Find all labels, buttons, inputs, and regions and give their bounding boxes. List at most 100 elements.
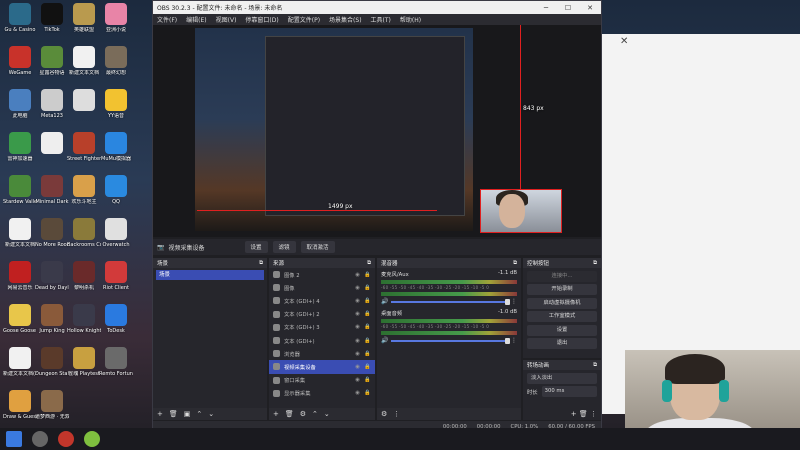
lock-icon[interactable]: 🔒 — [364, 390, 371, 396]
dock-float-icon[interactable]: ⧉ — [513, 260, 517, 267]
filters-button[interactable]: 滤镜 — [272, 241, 296, 253]
eye-icon[interactable]: ◉ — [354, 364, 361, 370]
source-item[interactable]: 窗口采集 ◉ 🔒 — [269, 374, 375, 387]
up-icon[interactable]: ⌃ — [196, 410, 202, 418]
down-icon[interactable]: ⌄ — [324, 410, 330, 418]
app-taskbar-icon[interactable] — [58, 431, 74, 447]
start-recording-button[interactable]: 开始录制 — [527, 284, 597, 295]
desktop-icon[interactable]: Street Fighter 6 — [67, 132, 101, 162]
dock-float-icon[interactable]: ⧉ — [593, 260, 597, 267]
desktop-icon[interactable]: Draw & Guess — [3, 390, 37, 420]
desktop-icon[interactable]: Backrooms Company — [67, 218, 101, 248]
eye-icon[interactable]: ◉ — [354, 377, 361, 383]
scene-item[interactable]: 场景 — [156, 270, 264, 280]
desktop-icon[interactable]: 星露谷物语 — [35, 46, 69, 76]
desktop-icon[interactable]: Overwatch — [99, 218, 133, 248]
desktop-icon[interactable]: Goose Goose Duck — [3, 304, 37, 334]
lock-icon[interactable]: 🔒 — [364, 364, 371, 370]
maximize-icon[interactable]: ☐ — [557, 4, 579, 12]
minimize-icon[interactable]: ─ — [535, 4, 557, 12]
lock-icon[interactable]: 🔒 — [364, 285, 371, 291]
volume-knob[interactable] — [505, 298, 510, 305]
preview-area[interactable]: 843 px 1499 px — [153, 25, 601, 237]
menu-item[interactable]: 停靠窗口(D) — [245, 15, 278, 24]
exit-button[interactable]: 退出 — [527, 338, 597, 349]
desktop-icon[interactable]: 黎明杀机 — [67, 261, 101, 291]
desktop-icon[interactable]: Dungeon Stalkers — [35, 347, 69, 377]
eye-icon[interactable]: ◉ — [354, 298, 361, 304]
trash-icon[interactable]: 🗑 — [579, 410, 588, 418]
desktop-icon[interactable]: 亚洲小说 — [99, 3, 133, 33]
source-item[interactable]: 视频采集设备 ◉ 🔒 — [269, 360, 375, 374]
desktop-icon[interactable]: 英雄联盟 — [67, 3, 101, 33]
gear-icon[interactable]: ⚙ — [300, 410, 306, 418]
desktop-icon[interactable]: 新建文本文档 — [3, 218, 37, 248]
desktop-icon[interactable]: 雷神加速器 — [3, 132, 37, 162]
menu-item[interactable]: 文件(F) — [157, 15, 177, 24]
lock-icon[interactable]: 🔒 — [364, 272, 371, 278]
source-item[interactable]: 显示器采集 ◉ 🔒 — [269, 387, 375, 400]
preview-canvas[interactable] — [195, 28, 473, 231]
eye-icon[interactable]: ◉ — [354, 311, 361, 317]
menu-item[interactable]: 场景集合(S) — [329, 15, 362, 24]
more-icon[interactable]: ⋮ — [590, 410, 597, 418]
desktop-icon[interactable] — [35, 132, 69, 156]
lock-icon[interactable]: 🔒 — [364, 377, 371, 383]
volume-slider[interactable] — [391, 337, 510, 344]
desktop-icon[interactable]: YY语音 — [99, 89, 133, 119]
desktop-icon[interactable] — [67, 89, 101, 113]
add-icon[interactable]: + — [571, 410, 577, 418]
trash-icon[interactable]: 🗑 — [285, 410, 294, 418]
eye-icon[interactable]: ◉ — [354, 285, 361, 291]
desktop-icon[interactable]: 道梦西游 · 无双 — [35, 390, 69, 420]
desktop-icon[interactable]: Dead by Daylight — [35, 261, 69, 291]
desktop-icon[interactable]: Stardew Valley — [3, 175, 37, 205]
desktop-icon[interactable]: Gu & Casino — [3, 3, 37, 33]
deactivate-button[interactable]: 取消激活 — [300, 241, 335, 253]
dock-float-icon[interactable]: ⧉ — [593, 362, 597, 369]
more-icon[interactable]: ⋮ — [393, 410, 400, 418]
desktop-icon[interactable]: 新建文本文档 — [67, 46, 101, 76]
studio-mode-button[interactable]: 工作室模式 — [527, 311, 597, 322]
transition-select[interactable]: 淡入淡出 — [527, 372, 597, 384]
desktop-icon[interactable]: Meta123 — [35, 89, 69, 119]
close-icon[interactable]: ✕ — [620, 36, 634, 48]
duration-input[interactable]: 300 ms — [541, 386, 597, 397]
dock-float-icon[interactable]: ⧉ — [367, 260, 371, 267]
desktop-icon[interactable]: TikTok — [35, 3, 69, 33]
chrome-taskbar-icon[interactable] — [84, 431, 100, 447]
down-icon[interactable]: ⌄ — [208, 410, 214, 418]
desktop-icon[interactable]: Minimal Dark — [35, 175, 69, 205]
source-item[interactable]: 浏览器 ◉ 🔒 — [269, 347, 375, 360]
close-window-icon[interactable]: ✕ — [579, 4, 601, 12]
source-item[interactable]: 文本 (GDI+) 4 ◉ 🔒 — [269, 294, 375, 307]
desktop-icon[interactable]: Hollow Knight — [67, 304, 101, 334]
desktop-icon[interactable]: 欢乐斗地主 — [67, 175, 101, 205]
settings-button[interactable]: 设置 — [527, 324, 597, 336]
add-icon[interactable]: + — [273, 410, 279, 418]
eye-icon[interactable]: ◉ — [354, 338, 361, 344]
menu-item[interactable]: 配置文件(P) — [288, 15, 320, 24]
volume-slider[interactable] — [391, 298, 510, 305]
source-item[interactable]: 文本 (GDI+) 2 ◉ 🔒 — [269, 308, 375, 321]
trash-icon[interactable]: 🗑 — [169, 410, 178, 418]
desktop-icon[interactable]: 最终幻想 — [99, 46, 133, 76]
dock-float-icon[interactable]: ⧉ — [259, 260, 263, 267]
desktop-icon[interactable]: 新建文本文档(5) — [3, 347, 37, 377]
menu-item[interactable]: 帮助(H) — [400, 15, 421, 24]
menu-item[interactable]: 工具(T) — [371, 15, 391, 24]
desktop-icon[interactable]: Riot Client — [99, 261, 133, 291]
speaker-icon[interactable]: 🔊 — [381, 337, 388, 344]
desktop-icon[interactable]: ToDesk — [99, 304, 133, 334]
desktop-icon[interactable]: Remto Fortune — [99, 347, 133, 377]
more-icon[interactable]: ⋮ — [511, 337, 517, 344]
more-icon[interactable]: ⋮ — [511, 298, 517, 305]
desktop-icon[interactable]: No More Room in Hell — [35, 218, 69, 248]
desktop-icon[interactable]: QQ — [99, 175, 133, 205]
gear-icon[interactable]: ⚙ — [381, 410, 387, 418]
desktop-icon[interactable]: Jump King — [35, 304, 69, 334]
volume-knob[interactable] — [505, 337, 510, 344]
windows-start-icon[interactable] — [6, 431, 22, 447]
filter-icon[interactable]: ▣ — [184, 410, 191, 418]
desktop-icon[interactable]: MuMu模拟器 — [99, 132, 133, 162]
